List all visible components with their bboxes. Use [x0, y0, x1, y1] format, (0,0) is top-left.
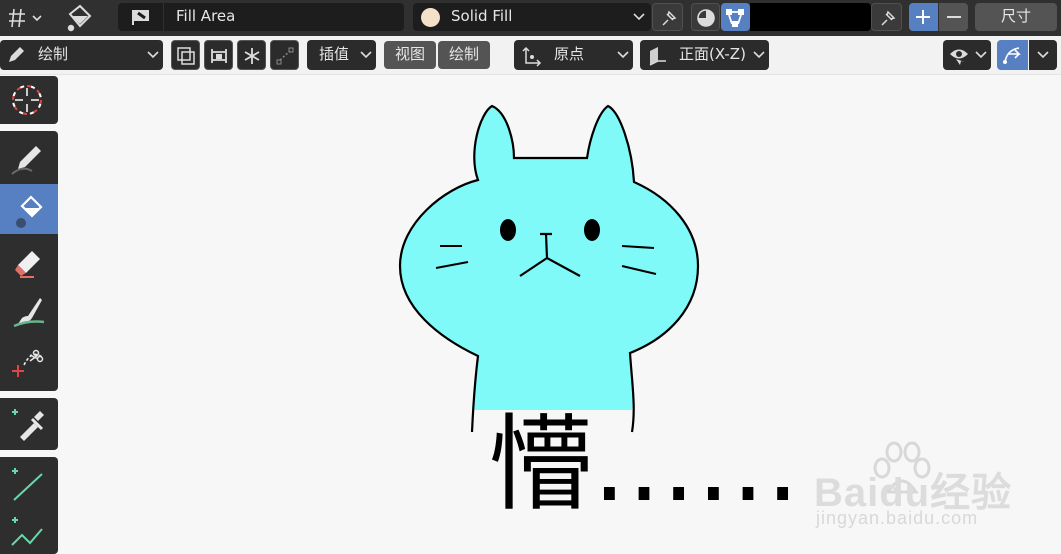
- fill-tool[interactable]: [0, 184, 58, 234]
- origin-axis-icon: [522, 46, 542, 67]
- tool-group-cursor: [0, 76, 58, 124]
- caption-text: 懵……: [488, 403, 801, 525]
- mode-label: 绘制: [38, 45, 69, 63]
- draw-label: 绘制: [448, 45, 479, 63]
- cursor-icon: [12, 85, 42, 115]
- material-selector[interactable]: Solid Fill: [413, 3, 651, 31]
- eye-icon: [950, 49, 968, 65]
- pin-color-button[interactable]: [871, 3, 902, 31]
- size-button[interactable]: 尺寸: [975, 3, 1057, 31]
- color-swatch[interactable]: [750, 3, 871, 31]
- snap-button[interactable]: [237, 40, 266, 70]
- plane-label: 正面(X-Z): [679, 45, 746, 63]
- scissors-icon: [12, 349, 44, 377]
- mode-dropdown[interactable]: 绘制: [0, 40, 163, 70]
- material-swatch: [421, 8, 440, 27]
- interpolate-dropdown[interactable]: 插值: [307, 40, 376, 70]
- cat-left-eye: [500, 219, 516, 241]
- origin-dropdown[interactable]: 原点: [514, 40, 633, 70]
- polyline-icon: [11, 517, 43, 546]
- fill-area-label: Fill Area: [176, 7, 236, 25]
- chevron-down-icon: [1037, 51, 1049, 59]
- pencil-icon: [9, 47, 24, 62]
- gizmo-icon: [1003, 47, 1021, 64]
- pin-material-button[interactable]: [652, 3, 683, 31]
- gizmo-dropdown[interactable]: [1029, 40, 1057, 70]
- fill-area-field[interactable]: Fill Area: [118, 3, 404, 31]
- draw-pencil-icon: [11, 146, 41, 175]
- chevron-down-icon: [753, 51, 765, 59]
- view-label: 视图: [394, 45, 425, 63]
- subtract-button[interactable]: [939, 3, 968, 31]
- view-menu[interactable]: 视图: [384, 41, 436, 69]
- baidu-watermark: Baidu经验 jingyan.baidu.com: [812, 440, 1054, 530]
- draw-tool[interactable]: [0, 133, 58, 183]
- erase-tool[interactable]: [0, 235, 58, 285]
- add-button[interactable]: [909, 3, 938, 31]
- fill-tool-header-icon: [62, 2, 98, 34]
- chevron-down-icon: [633, 13, 645, 21]
- draw-menu[interactable]: 绘制: [438, 41, 490, 69]
- autolock-button[interactable]: [204, 40, 233, 70]
- polyline-tool[interactable]: [0, 507, 58, 554]
- material-mode-icon: [697, 9, 715, 27]
- tint-tool[interactable]: [0, 286, 58, 336]
- pin-icon: [662, 10, 677, 26]
- eyedropper-tool[interactable]: [0, 399, 58, 449]
- pin-icon: [881, 10, 896, 26]
- chevron-down-icon: [617, 51, 629, 59]
- curve-icon: [276, 47, 294, 65]
- plus-icon: [916, 10, 930, 24]
- interpolate-label: 插值: [319, 45, 350, 63]
- eyedropper-icon: [12, 409, 44, 441]
- plane-dropdown[interactable]: 正面(X-Z): [640, 40, 769, 70]
- gizmo-toggle[interactable]: [997, 40, 1028, 70]
- line-tool[interactable]: [0, 458, 58, 508]
- eraser-icon: [15, 251, 40, 278]
- vertex-paint-icon: [726, 9, 744, 27]
- chevron-down-icon: [975, 51, 987, 59]
- tool-group-primitives: [0, 457, 58, 554]
- grid-snap-icon: [9, 8, 42, 28]
- snap-dropdown[interactable]: [3, 4, 45, 32]
- asterisk-icon: [244, 48, 260, 64]
- watermark-url: jingyan.baidu.com: [816, 508, 979, 528]
- tint-brush-icon: [13, 298, 45, 328]
- multiframe-button[interactable]: [171, 40, 200, 70]
- chevron-down-icon: [360, 51, 372, 59]
- tool-group-paint: [0, 131, 58, 391]
- size-label: 尺寸: [1000, 7, 1031, 25]
- visibility-dropdown[interactable]: [943, 40, 991, 70]
- cat-right-eye: [584, 219, 600, 241]
- line-icon: [12, 468, 43, 501]
- material-name: Solid Fill: [451, 7, 513, 25]
- minus-icon: [947, 16, 961, 18]
- curve-edit-button[interactable]: [270, 40, 299, 70]
- cat-drawing: [398, 104, 700, 433]
- lock-layer-icon: [211, 49, 227, 63]
- cursor-tool[interactable]: [0, 76, 58, 124]
- cutter-tool[interactable]: [0, 337, 58, 387]
- tool-group-eyedropper: [0, 398, 58, 450]
- vertex-color-mode-button[interactable]: [721, 3, 750, 31]
- chevron-down-icon: [147, 51, 159, 59]
- fill-bucket-icon: [16, 195, 43, 228]
- stroke-color-mode-button[interactable]: [691, 3, 720, 31]
- origin-label: 原点: [554, 45, 585, 63]
- flag-icon: [132, 10, 149, 25]
- plane-icon: [649, 47, 666, 66]
- layers-icon: [177, 47, 195, 65]
